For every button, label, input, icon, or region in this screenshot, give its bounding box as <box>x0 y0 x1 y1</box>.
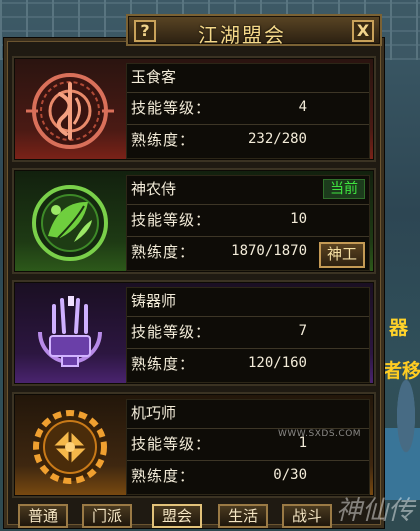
skill-info-box: 铸器师 技能等级： 7 熟练度： 120/160 <box>126 287 370 383</box>
anvil-emblem-icon <box>18 288 122 382</box>
skill-level-value: 10 <box>290 211 307 227</box>
background-npc-text-2: 者移 <box>383 360 420 382</box>
skill-info-box: 玉食客 技能等级： 4 熟练度： 232/280 <box>126 63 370 159</box>
skill-info-box: 神农侍 当前 技能等级： 10 熟练度： 1870/1870 神工 <box>126 175 370 271</box>
skill-level-label: 技能等级： <box>131 323 212 341</box>
skill-card-jiqiaoshi[interactable]: 机巧师 技能等级： 1 熟练度： 0/30 <box>12 392 376 498</box>
skill-level-label: 技能等级： <box>131 435 212 453</box>
shengong-button[interactable]: 神工 <box>319 242 365 268</box>
proficiency-label: 熟练度： <box>131 355 196 373</box>
proficiency-label: 熟练度： <box>131 243 196 261</box>
proficiency-value: 0/30 <box>273 467 307 483</box>
tab-putong[interactable]: 普通 <box>18 504 68 528</box>
skill-info-box: 机巧师 技能等级： 1 熟练度： 0/30 <box>126 399 370 495</box>
leaf-emblem-icon <box>18 176 122 270</box>
divider <box>127 460 369 461</box>
skill-name: 机巧师 <box>131 404 177 422</box>
skill-name: 铸器师 <box>131 292 177 310</box>
tab-shenghuo[interactable]: 生活 <box>218 504 268 528</box>
watermark-url: WWW.SXDS.COM <box>278 429 362 439</box>
help-button[interactable]: ? <box>134 20 156 42</box>
fish-emblem-icon <box>18 64 122 158</box>
divider <box>127 348 369 349</box>
skill-level-value: 7 <box>298 323 307 339</box>
tab-menghui[interactable]: 盟会 <box>152 504 202 528</box>
skill-level-label: 技能等级： <box>131 211 212 229</box>
panel-title: 江湖盟会 <box>198 23 286 47</box>
background-npc-text: 器 <box>389 317 409 339</box>
watermark: 神仙传 <box>335 496 414 526</box>
proficiency-label: 熟练度： <box>131 131 196 149</box>
tab-menpai[interactable]: 门派 <box>82 504 132 528</box>
proficiency-label: 熟练度： <box>131 467 196 485</box>
divider <box>127 316 369 317</box>
skill-card-yushike[interactable]: 玉食客 技能等级： 4 熟练度： 232/280 <box>12 56 376 162</box>
skill-level-label: 技能等级： <box>131 99 212 117</box>
panel-titlebar[interactable]: ? 江湖盟会 X <box>126 14 382 47</box>
proficiency-value: 232/280 <box>247 131 307 147</box>
category-tabbar: 普通 门派 盟会 生活 战斗 <box>12 504 342 528</box>
close-button[interactable]: X <box>352 20 374 42</box>
game-scene: 器 者移 ? 江湖盟会 X 玉食客 技能等级： 4 熟练度： 232/280 神… <box>0 0 420 531</box>
divider <box>127 204 369 205</box>
skill-card-shennongshi[interactable]: 神农侍 当前 技能等级： 10 熟练度： 1870/1870 神工 <box>12 168 376 274</box>
divider <box>127 236 369 237</box>
divider <box>127 92 369 93</box>
skill-name: 神农侍 <box>131 180 177 198</box>
current-skill-badge: 当前 <box>323 179 365 199</box>
background-character <box>385 380 420 500</box>
proficiency-value: 1870/1870 <box>231 243 307 259</box>
gear-emblem-icon <box>18 400 122 494</box>
divider <box>127 124 369 125</box>
proficiency-value: 120/160 <box>247 355 307 371</box>
skill-level-value: 4 <box>298 99 307 115</box>
skill-card-zhuqishi[interactable]: 铸器师 技能等级： 7 熟练度： 120/160 <box>12 280 376 386</box>
tab-zhandou[interactable]: 战斗 <box>282 504 332 528</box>
skill-name: 玉食客 <box>131 68 177 86</box>
